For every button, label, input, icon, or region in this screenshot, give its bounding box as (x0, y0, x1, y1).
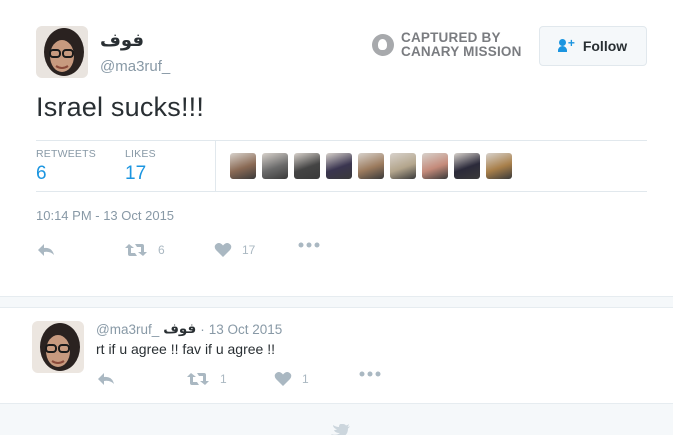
reply-separator: · (200, 321, 205, 337)
canary-mission-watermark: CAPTURED BY CANARY MISSION (372, 31, 522, 59)
like-count: 17 (242, 243, 256, 257)
tweet-text: Israel sucks!!! (36, 92, 205, 122)
reply-header: @ma3ruf_ فوف · 13 Oct 2015 (96, 321, 282, 337)
divider (36, 191, 647, 192)
watermark-line1: CAPTURED BY (401, 30, 501, 45)
more-icon (359, 371, 381, 377)
reply-button[interactable] (96, 371, 116, 387)
user-handle[interactable]: @ma3ruf_ (100, 58, 170, 75)
divider (215, 141, 216, 191)
more-button[interactable] (359, 371, 381, 377)
liker-avatars (230, 153, 512, 179)
reply-handle[interactable]: @ma3ruf_ (96, 322, 159, 337)
follow-label: Follow (582, 38, 628, 54)
tweet-actions: 6 17 (36, 242, 436, 262)
more-icon (298, 242, 320, 248)
divider (0, 296, 673, 308)
liker-avatar[interactable] (422, 153, 448, 179)
liker-avatar[interactable] (262, 153, 288, 179)
reply-display-name[interactable]: فوف (163, 321, 196, 337)
display-name[interactable]: فوف (100, 30, 144, 51)
liker-avatar[interactable] (294, 153, 320, 179)
retweet-button[interactable]: 6 (124, 242, 165, 258)
liker-avatar[interactable] (230, 153, 256, 179)
add-user-icon: + (557, 37, 577, 53)
likes-stat[interactable]: LIKES 17 (125, 148, 156, 185)
liker-avatar[interactable] (390, 153, 416, 179)
retweets-count: 6 (36, 163, 47, 184)
reply-text: rt if u agree !! fav if u agree !! (96, 341, 275, 357)
reply-actions: 1 1 (96, 371, 416, 389)
avatar[interactable] (36, 26, 88, 78)
retweet-button[interactable]: 1 (186, 371, 227, 387)
main-tweet: فوف @ma3ruf_ CAPTURED BY CANARY MISSION … (0, 0, 673, 296)
retweets-label: RETWEETS (36, 148, 96, 160)
reply-button[interactable] (36, 242, 56, 258)
reply-tweet[interactable]: @ma3ruf_ فوف · 13 Oct 2015 rt if u agree… (0, 308, 673, 403)
tweet-timestamp[interactable]: 10:14 PM - 13 Oct 2015 (36, 208, 174, 223)
avatar[interactable] (32, 321, 84, 373)
likes-label: LIKES (125, 148, 156, 160)
retweet-icon (125, 244, 147, 256)
retweet-count: 6 (158, 243, 165, 257)
likes-count: 17 (125, 163, 147, 184)
canary-logo-icon (372, 34, 394, 56)
liker-avatar[interactable] (326, 153, 352, 179)
reply-icon (98, 373, 114, 385)
retweets-stat[interactable]: RETWEETS 6 (36, 148, 96, 185)
heart-icon (214, 243, 232, 257)
like-count: 1 (302, 372, 309, 386)
reply-date[interactable]: 13 Oct 2015 (209, 322, 283, 337)
follow-button[interactable]: + Follow (539, 26, 647, 66)
heart-icon (274, 372, 292, 386)
liker-avatar[interactable] (358, 153, 384, 179)
liker-avatar[interactable] (454, 153, 480, 179)
divider (36, 140, 647, 141)
watermark-line2: CANARY MISSION (401, 44, 522, 59)
twitter-bird-icon (331, 424, 350, 435)
reply-icon (38, 244, 54, 256)
retweet-count: 1 (220, 372, 227, 386)
timeline-footer (0, 403, 673, 435)
more-button[interactable] (298, 242, 320, 248)
like-button[interactable]: 1 (274, 371, 309, 387)
like-button[interactable]: 17 (214, 242, 255, 258)
liker-avatar[interactable] (486, 153, 512, 179)
retweet-icon (187, 373, 209, 385)
